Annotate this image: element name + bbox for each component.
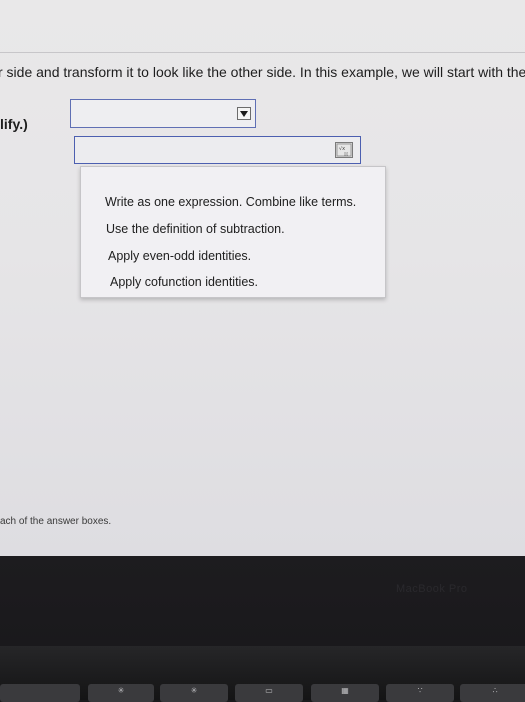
footer-note: ach of the answer boxes. [0,516,112,527]
keyboard: ✳ ✳ ▭ ▦ ∵ ∴ [0,646,525,702]
reason-dropdown[interactable] [70,99,256,128]
instruction-text: r side and transform it to look like the… [0,64,525,80]
math-palette-icon[interactable]: √x ▯▯ [335,142,353,158]
laptop-bezel: MacBook Pro [0,556,525,646]
dropdown-options-menu: Write as one expression. Combine like te… [80,166,386,298]
function-key: ▦ [311,684,379,702]
function-key: ∴ [460,684,525,702]
option-combine-like-terms[interactable]: Write as one expression. Combine like te… [105,195,356,209]
simplify-label: lify.) [0,116,28,132]
option-even-odd-identities[interactable]: Apply even-odd identities. [108,249,251,263]
function-key: ▭ [235,684,303,702]
option-definition-subtraction[interactable]: Use the definition of subtraction. [106,222,285,236]
function-key: ∵ [386,684,454,702]
function-key: ✳ [88,684,154,702]
bezel-brand: MacBook Pro [396,583,468,595]
answer-input[interactable]: √x ▯▯ [74,136,361,164]
option-cofunction-identities[interactable]: Apply cofunction identities. [110,275,258,289]
browser-screen: r side and transform it to look like the… [0,0,525,556]
divider [0,52,525,53]
function-key: ✳ [160,684,228,702]
function-key [0,684,80,702]
svg-text:▯▯: ▯▯ [344,151,348,156]
triangle-down-icon[interactable] [237,107,251,120]
